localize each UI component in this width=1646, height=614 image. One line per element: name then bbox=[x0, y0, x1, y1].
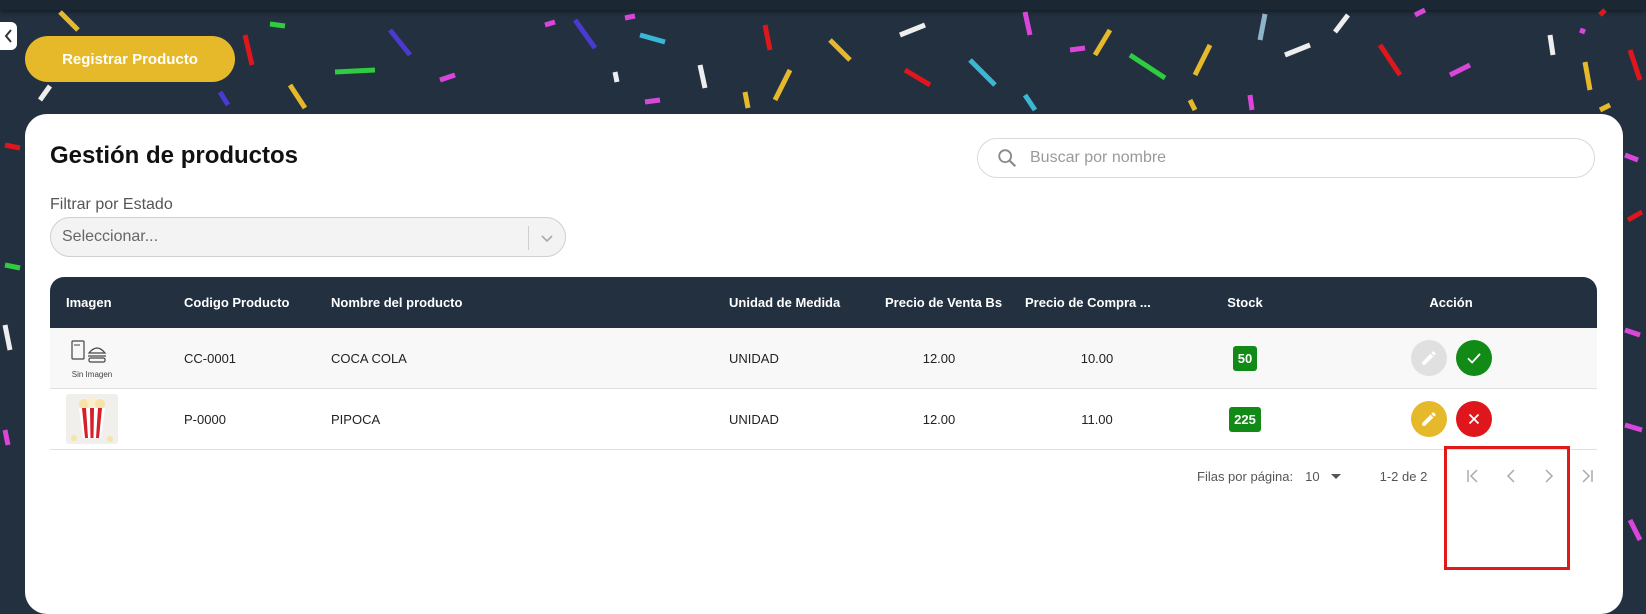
edit-button[interactable] bbox=[1410, 401, 1447, 437]
register-product-button[interactable]: Registrar Producto bbox=[25, 36, 235, 82]
column-header-sale-price[interactable]: Precio de Venta Bs bbox=[869, 277, 1009, 328]
page-nav bbox=[1463, 466, 1597, 486]
column-header-code[interactable]: Codigo Producto bbox=[168, 277, 315, 328]
page-range: 1-2 de 2 bbox=[1379, 468, 1428, 484]
edit-button[interactable] bbox=[1410, 340, 1447, 376]
column-header-unit[interactable]: Unidad de Medida bbox=[713, 277, 869, 328]
purchase-price: 10.00 bbox=[1009, 328, 1185, 389]
caret-down-icon bbox=[1330, 474, 1341, 479]
column-header-action: Acción bbox=[1305, 277, 1597, 328]
stock-badge: 50 bbox=[1232, 345, 1258, 371]
search-icon bbox=[998, 149, 1017, 168]
column-header-image[interactable]: Imagen bbox=[50, 277, 168, 328]
product-name: COCA COLA bbox=[315, 328, 713, 389]
image-cell: Sin Imagen bbox=[50, 328, 168, 389]
product-code: P-0000 bbox=[168, 389, 315, 450]
table-row: P-0000 PIPOCA UNIDAD 12.00 11.00 225 bbox=[50, 389, 1597, 450]
stock-cell: 50 bbox=[1185, 328, 1305, 389]
table-row: Sin Imagen CC-0001 COCA COLA UNIDAD 12.0… bbox=[50, 328, 1597, 389]
rows-per-page-label: Filas por página: bbox=[1197, 468, 1294, 484]
popcorn-image bbox=[66, 394, 118, 444]
chevron-down-icon[interactable] bbox=[539, 230, 555, 246]
chevron-left-icon bbox=[4, 29, 12, 43]
column-header-stock[interactable]: Stock bbox=[1185, 277, 1305, 328]
actions-cell bbox=[1305, 389, 1597, 450]
status-filter-select[interactable]: Seleccionar... bbox=[50, 217, 566, 257]
select-separator bbox=[528, 226, 529, 250]
table-header-row: Imagen Codigo Producto Nombre del produc… bbox=[50, 277, 1597, 328]
no-image-placeholder-icon: Sin Imagen bbox=[71, 340, 112, 379]
previous-page-icon[interactable] bbox=[1501, 466, 1521, 486]
sidebar-collapse-toggle[interactable] bbox=[0, 22, 17, 50]
last-page-icon[interactable] bbox=[1577, 466, 1597, 486]
search-box[interactable] bbox=[977, 138, 1595, 178]
search-input[interactable] bbox=[1028, 148, 1572, 168]
select-placeholder: Seleccionar... bbox=[62, 228, 159, 245]
no-image-label: Sin Imagen bbox=[72, 370, 112, 379]
rows-per-page-select[interactable]: 10 bbox=[1305, 468, 1343, 484]
filter-label: Filtrar por Estado bbox=[50, 196, 173, 213]
product-name: PIPOCA bbox=[315, 389, 713, 450]
stock-badge: 225 bbox=[1229, 406, 1261, 432]
product-code: CC-0001 bbox=[168, 328, 315, 389]
purchase-price: 11.00 bbox=[1009, 389, 1185, 450]
product-unit: UNIDAD bbox=[713, 389, 869, 450]
sale-price: 12.00 bbox=[869, 328, 1009, 389]
image-cell bbox=[50, 389, 168, 450]
page-title: Gestión de productos bbox=[50, 142, 299, 169]
pencil-icon bbox=[1421, 351, 1436, 365]
product-unit: UNIDAD bbox=[713, 328, 869, 389]
sale-price: 12.00 bbox=[869, 389, 1009, 450]
pencil-icon bbox=[1421, 412, 1436, 426]
next-page-icon[interactable] bbox=[1539, 466, 1559, 486]
activate-button[interactable] bbox=[1455, 340, 1492, 376]
pagination: Filas por página: 10 1-2 de 2 bbox=[1125, 464, 1597, 488]
products-table: Imagen Codigo Producto Nombre del produc… bbox=[50, 277, 1597, 450]
rows-per-page-value: 10 bbox=[1305, 468, 1320, 484]
column-header-purchase-price[interactable]: Precio de Compra ... bbox=[1009, 277, 1185, 328]
column-header-name[interactable]: Nombre del producto bbox=[315, 277, 713, 328]
deactivate-button[interactable] bbox=[1455, 401, 1492, 437]
close-icon bbox=[1468, 413, 1479, 425]
actions-cell bbox=[1305, 328, 1597, 389]
products-card: Gestión de productos Filtrar por Estado … bbox=[25, 114, 1623, 614]
stock-cell: 225 bbox=[1185, 389, 1305, 450]
first-page-icon[interactable] bbox=[1463, 466, 1483, 486]
check-icon bbox=[1466, 353, 1481, 364]
